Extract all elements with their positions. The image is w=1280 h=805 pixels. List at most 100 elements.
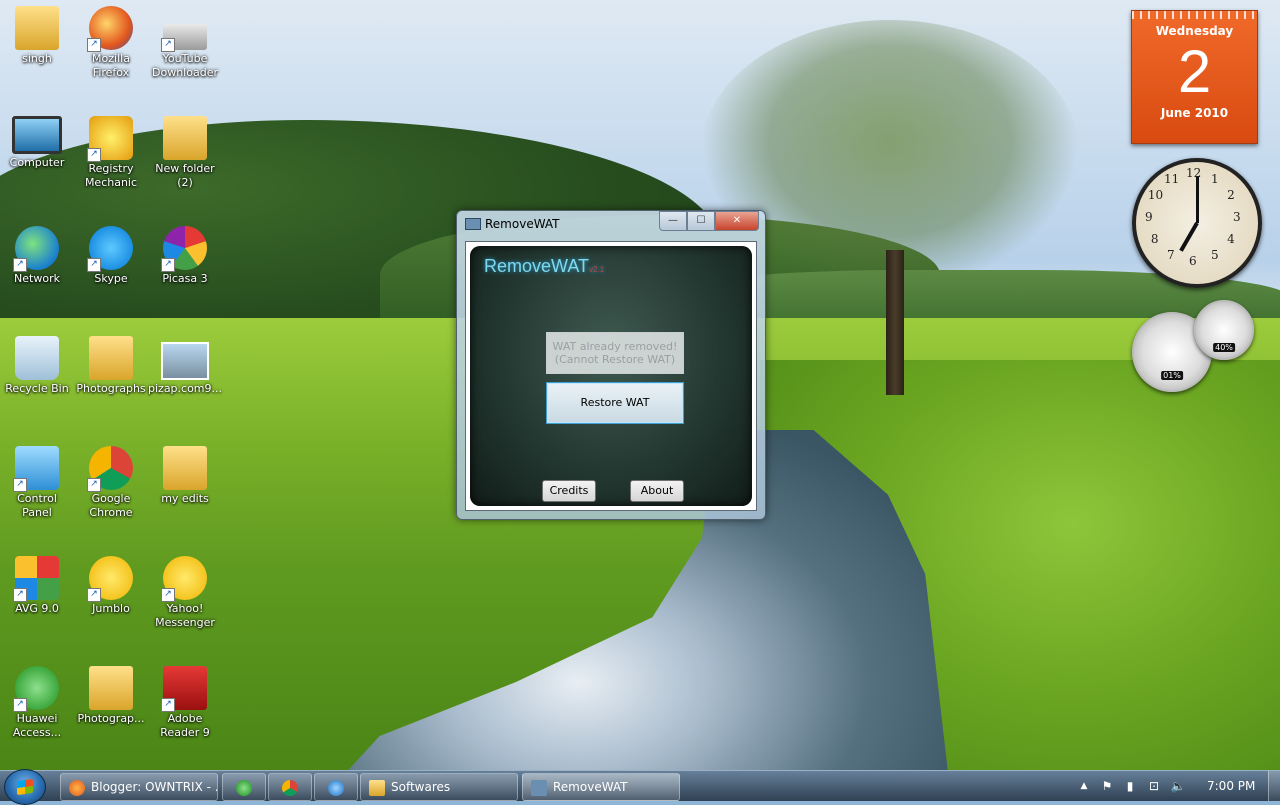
shortcut-arrow-icon: ↗ xyxy=(161,258,175,272)
about-button[interactable]: About xyxy=(630,480,684,502)
desktop-icon[interactable]: ↗ Control Panel xyxy=(0,446,74,520)
shortcut-arrow-icon: ↗ xyxy=(161,588,175,602)
taskbar-item-softwares[interactable]: Softwares xyxy=(360,773,518,801)
shortcut-arrow-icon: ↗ xyxy=(87,588,101,602)
desktop-icon[interactable]: New folder (2) xyxy=(148,116,222,190)
app-version: v2.1 xyxy=(589,265,605,274)
desktop-icon[interactable]: Photographs xyxy=(74,336,148,396)
shortcut-arrow-icon: ↗ xyxy=(87,478,101,492)
green-app-icon xyxy=(236,779,252,796)
chrome-icon xyxy=(282,779,298,796)
taskbar-item-label: Blogger: OWNTRIX - ... xyxy=(91,780,218,794)
desktop-icon[interactable]: ↗ Skype xyxy=(74,226,148,286)
window-client-area: RemoveWATv2.1 WAT already removed! (Cann… xyxy=(465,241,757,511)
desktop-icon[interactable]: ↗ Adobe Reader 9 xyxy=(148,666,222,740)
desktop-icon[interactable]: ↗ Registry Mechanic xyxy=(74,116,148,190)
desktop-icon-label: Photograp... xyxy=(77,712,145,725)
taskbar-item-chrome[interactable] xyxy=(268,773,312,801)
desktop-icon[interactable]: ↗ Jumblo xyxy=(74,556,148,616)
close-button[interactable]: ✕ xyxy=(715,211,759,231)
clock-numeral: 8 xyxy=(1150,232,1159,246)
picasa-icon: ↗ xyxy=(161,226,207,272)
desktop-icon-label: Photographs xyxy=(76,382,146,395)
folder-icon xyxy=(89,666,133,710)
desktop-icon-label: Recycle Bin xyxy=(5,382,69,395)
taskbar-item-removewat[interactable]: RemoveWAT xyxy=(522,773,680,801)
adobe-reader-icon: ↗ xyxy=(161,666,207,712)
action-center-flag-icon[interactable]: ⚑ xyxy=(1099,778,1115,794)
desktop-icon[interactable]: my edits xyxy=(148,446,222,506)
desktop-icon[interactable]: ↗ Network xyxy=(0,226,74,286)
status-line-2: (Cannot Restore WAT) xyxy=(554,353,676,366)
desktop-icon[interactable]: ↗ AVG 9.0 xyxy=(0,556,74,616)
app-panel: RemoveWATv2.1 WAT already removed! (Cann… xyxy=(470,246,752,506)
clock-hour-hand xyxy=(1179,222,1199,252)
network-tray-icon[interactable]: ⊡ xyxy=(1146,778,1162,794)
chrome-icon: ↗ xyxy=(87,446,133,492)
desktop-icon-label: Registry Mechanic xyxy=(84,162,138,189)
clock-numeral: 12 xyxy=(1186,166,1202,180)
desktop-icon[interactable]: Photograp... xyxy=(74,666,148,726)
desktop-icon[interactable]: ↗ Mozilla Firefox xyxy=(74,6,148,80)
desktop-icon-label: Jumblo xyxy=(92,602,130,615)
volume-icon[interactable]: 🔈 xyxy=(1170,778,1186,794)
taskbar-item-ie[interactable] xyxy=(314,773,358,801)
desktop-icon-label: AVG 9.0 xyxy=(15,602,59,615)
credits-button[interactable]: Credits xyxy=(542,480,596,502)
folder-icon xyxy=(89,336,133,380)
desktop-icon-label: singh xyxy=(22,52,52,65)
network-icon: ↗ xyxy=(13,226,59,272)
maximize-button[interactable]: ☐ xyxy=(687,211,715,231)
desktop-icon-label: Picasa 3 xyxy=(162,272,208,285)
desktop-icon-label: Adobe Reader 9 xyxy=(160,712,210,739)
wallpaper-tree-trunk xyxy=(886,250,904,395)
taskbar: Blogger: OWNTRIX - ... Softwares RemoveW… xyxy=(0,769,1280,805)
desktop-icon[interactable]: Recycle Bin xyxy=(0,336,74,396)
desktop-icon-label: Huawei Access... xyxy=(12,712,62,739)
clock-numeral: 6 xyxy=(1189,254,1197,268)
recycle-bin-icon xyxy=(15,336,59,380)
desktop-icon[interactable]: Computer xyxy=(0,116,74,170)
shortcut-arrow-icon: ↗ xyxy=(13,258,27,272)
windows-logo-icon xyxy=(17,778,33,796)
desktop-icon[interactable]: ↗ Picasa 3 xyxy=(148,226,222,286)
removewat-window[interactable]: RemoveWAT — ☐ ✕ RemoveWATv2.1 WAT alread… xyxy=(456,210,766,520)
removewat-icon xyxy=(531,779,547,796)
taskbar-item-label: Softwares xyxy=(391,780,451,794)
desktop-icon-label: my edits xyxy=(161,492,209,505)
calendar-day: 2 xyxy=(1177,38,1212,105)
clock-numeral: 7 xyxy=(1167,248,1175,263)
desktop-icon[interactable]: ↗ YouTube Downloader xyxy=(148,6,222,80)
avg-icon: ↗ xyxy=(13,556,59,602)
remove-wat-button-disabled: WAT already removed! (Cannot Restore WAT… xyxy=(546,332,684,374)
window-controls: — ☐ ✕ xyxy=(659,211,759,231)
calendar-month-year: June 2010 xyxy=(1160,106,1229,120)
clock-numeral: 9 xyxy=(1145,210,1153,224)
show-desktop-button[interactable] xyxy=(1268,771,1280,801)
desktop-icon[interactable]: singh xyxy=(0,6,74,66)
desktop-icon[interactable]: pizap.com9... xyxy=(148,336,222,396)
memory-meter-gadget[interactable]: 40% xyxy=(1194,300,1254,360)
folder-icon xyxy=(369,779,385,796)
taskbar-item-green-app[interactable] xyxy=(222,773,266,801)
clock-numeral: 1 xyxy=(1211,171,1219,186)
battery-icon[interactable]: ▮ xyxy=(1122,778,1138,794)
desktop-icon-label: Mozilla Firefox xyxy=(92,52,130,79)
clock-minute-hand xyxy=(1195,177,1199,223)
desktop-icon-label: Yahoo! Messenger xyxy=(155,602,215,629)
calendar-gadget[interactable]: Wednesday 2 June 2010 xyxy=(1131,10,1258,144)
taskbar-item-firefox[interactable]: Blogger: OWNTRIX - ... xyxy=(60,773,218,801)
show-hidden-icons-arrow-icon[interactable]: ▲ xyxy=(1076,778,1092,794)
desktop-icon-label: Skype xyxy=(94,272,128,285)
taskbar-clock[interactable]: 7:00 PM xyxy=(1207,779,1255,793)
minimize-button[interactable]: — xyxy=(659,211,687,231)
desktop-icon[interactable]: ↗ Huawei Access... xyxy=(0,666,74,740)
desktop-icon-label: New folder (2) xyxy=(155,162,215,189)
clock-gadget[interactable]: 12 1 2 3 4 5 6 7 8 9 10 11 xyxy=(1132,158,1262,288)
firefox-icon: ↗ xyxy=(87,6,133,52)
desktop-icon[interactable]: ↗ Google Chrome xyxy=(74,446,148,520)
taskbar-item-label: RemoveWAT xyxy=(553,780,628,794)
restore-wat-button[interactable]: Restore WAT xyxy=(546,382,684,424)
window-titlebar[interactable]: RemoveWAT — ☐ ✕ xyxy=(457,211,765,237)
desktop-icon[interactable]: ↗ Yahoo! Messenger xyxy=(148,556,222,630)
